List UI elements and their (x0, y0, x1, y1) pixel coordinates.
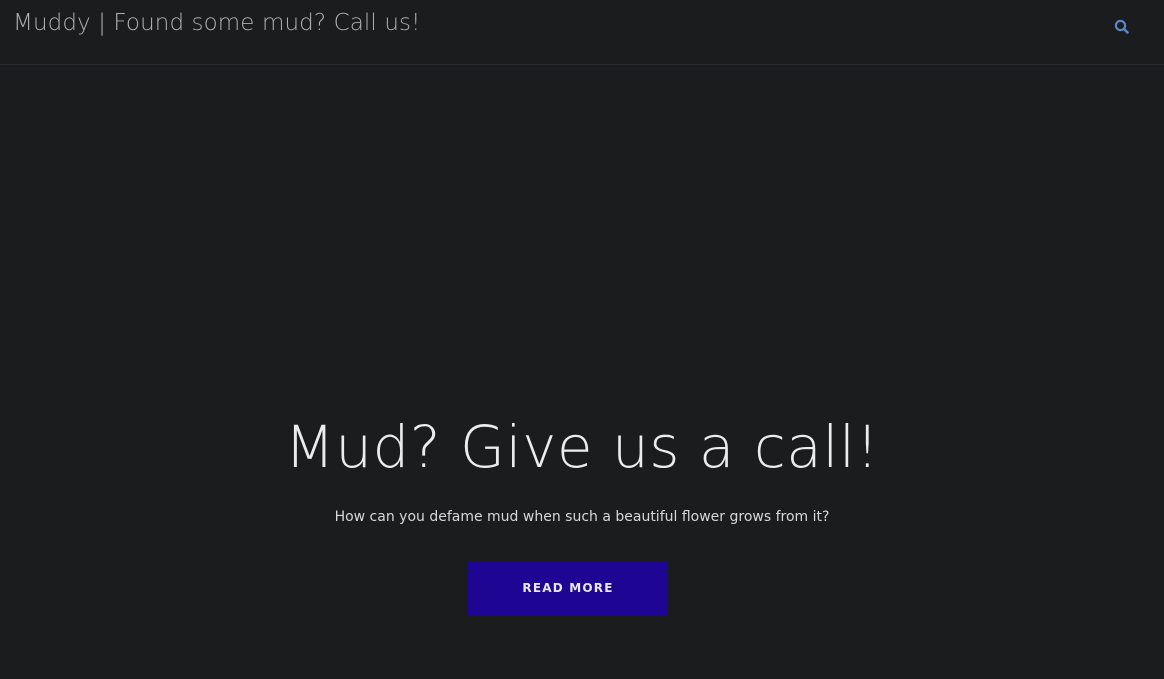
search-icon (1114, 19, 1129, 34)
site-title[interactable]: Muddy | Found some mud? Call us! (13, 10, 420, 36)
site-header: Muddy | Found some mud? Call us! (0, 0, 1164, 65)
search-button[interactable] (1112, 17, 1132, 37)
hero-title: Mud? Give us a call! (284, 413, 880, 481)
read-more-button[interactable]: READ MORE (468, 561, 668, 615)
hero-section: Mud? Give us a call! How can you defame … (0, 66, 1164, 679)
hero-subtitle: How can you defame mud when such a beaut… (334, 509, 830, 525)
